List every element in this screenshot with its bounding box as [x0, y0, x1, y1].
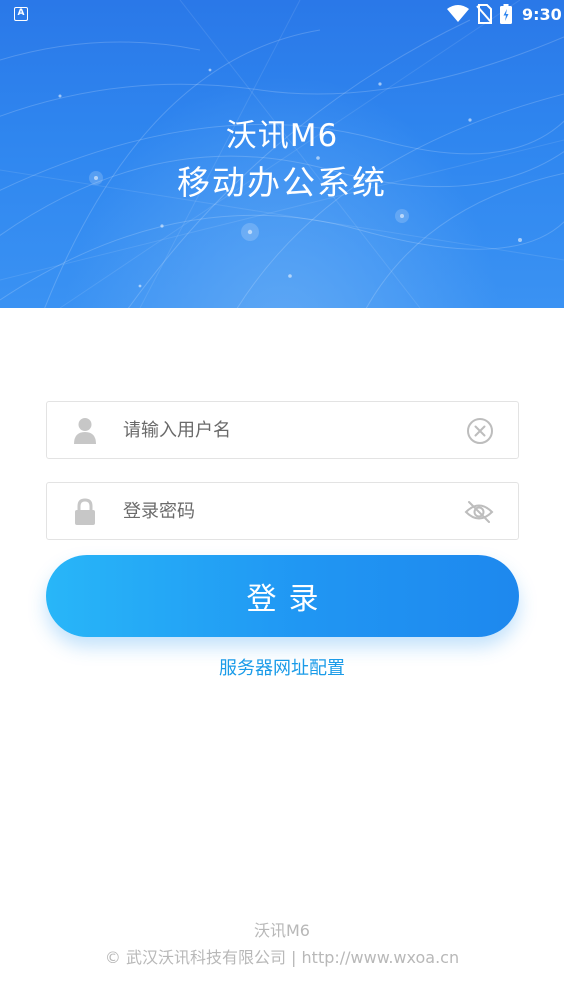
battery-icon: [500, 4, 512, 24]
app-subtitle: 移动办公系统: [177, 163, 387, 202]
status-time: 9:30: [522, 5, 562, 24]
wifi-icon: [447, 5, 469, 22]
header-banner: A 9:30 沃讯M6 移动办公系统: [0, 0, 564, 308]
eye-hidden-icon[interactable]: [464, 498, 494, 526]
login-button[interactable]: 登录: [46, 555, 519, 637]
footer-copyright: © 武汉沃讯科技有限公司 | http://www.wxoa.cn: [104, 948, 460, 967]
password-placeholder[interactable]: 登录密码: [123, 483, 195, 541]
username-placeholder[interactable]: 请输入用户名: [123, 402, 231, 460]
lock-icon: [75, 498, 95, 525]
no-sim-icon: [476, 4, 492, 24]
username-field[interactable]: 请输入用户名: [46, 401, 519, 459]
user-icon: [74, 418, 96, 444]
clear-circle-icon[interactable]: [466, 417, 494, 445]
app-title: 沃讯M6: [225, 118, 339, 154]
status-bar: A 9:30: [0, 0, 564, 30]
server-config-link[interactable]: 服务器网址配置: [0, 654, 564, 680]
app-notification-icon: A: [14, 7, 28, 21]
password-field[interactable]: 登录密码: [46, 482, 519, 540]
login-screen: A 9:30 沃讯M6 移动办公系统 请输入用户名 登录密码 登录 服务器网址配…: [0, 0, 564, 1002]
footer-product-name: 沃讯M6: [254, 921, 310, 940]
